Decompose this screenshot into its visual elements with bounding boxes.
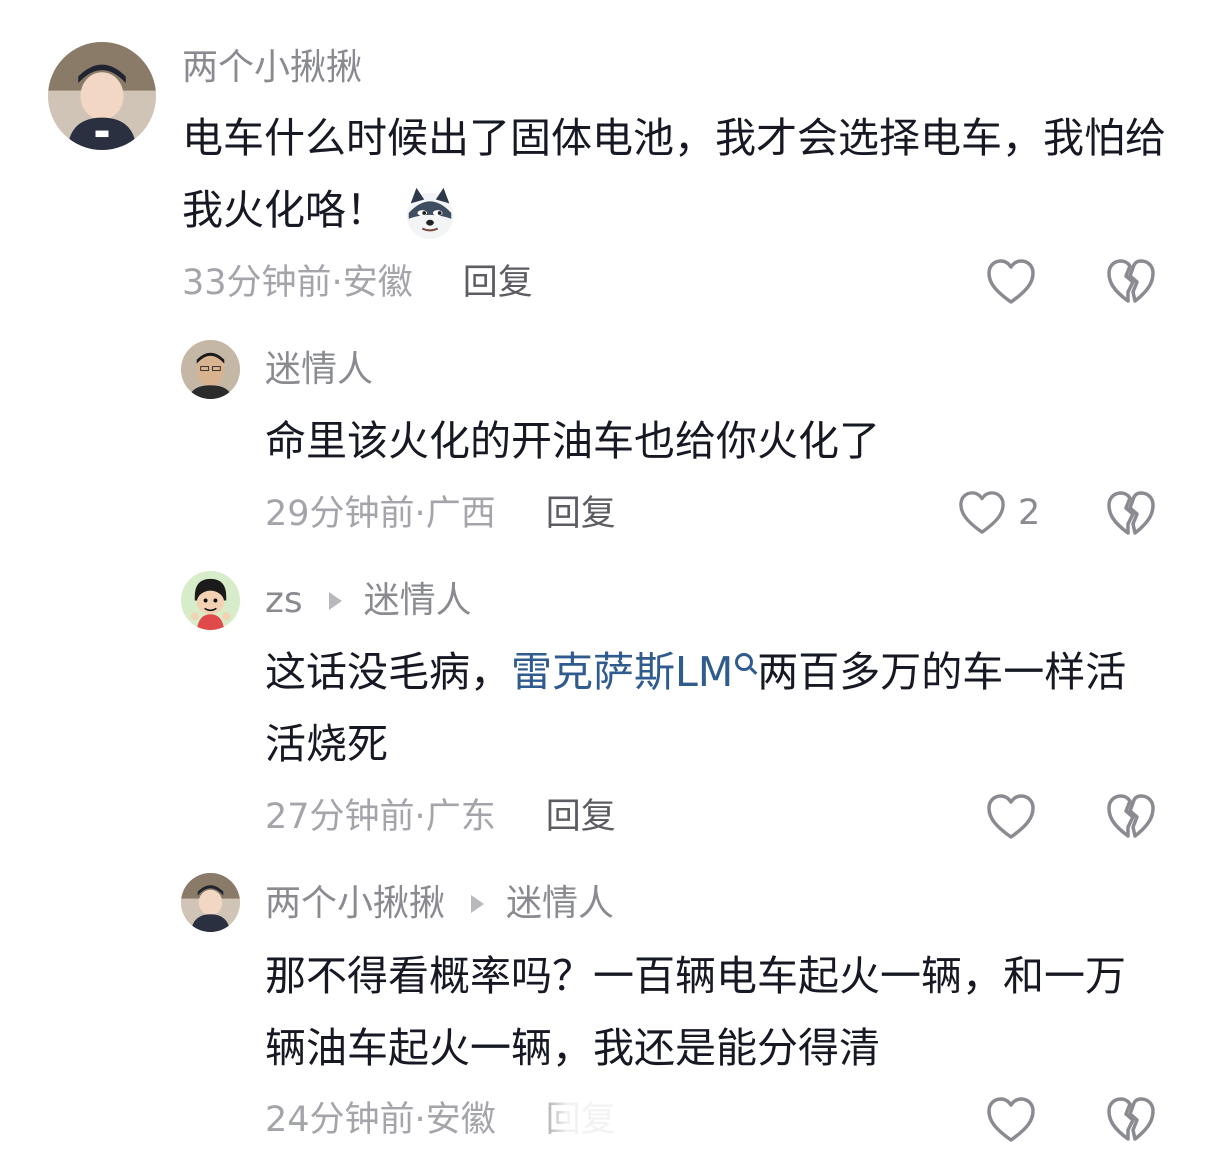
heart-outline-icon bbox=[987, 1097, 1035, 1142]
reply-button[interactable]: 回复 bbox=[546, 492, 616, 536]
watermark-overlay bbox=[520, 1096, 710, 1158]
like-button[interactable] bbox=[986, 258, 1036, 306]
reply-button[interactable]: 回复 bbox=[546, 795, 616, 839]
location: 广东 bbox=[425, 797, 496, 837]
comment-meta: 29分钟前 · 广西 回复 bbox=[265, 492, 616, 536]
username[interactable]: 迷情人 bbox=[265, 348, 373, 392]
comment-text: 这话没毛病，雷克萨斯LM 两百多万的车一样活活烧死 bbox=[265, 648, 1127, 768]
avatar[interactable] bbox=[181, 571, 240, 630]
username[interactable]: 两个小揪揪 迷情人 bbox=[265, 882, 614, 926]
heart-outline-icon bbox=[987, 794, 1035, 839]
like-button[interactable] bbox=[986, 1096, 1036, 1144]
like-button[interactable] bbox=[986, 793, 1036, 841]
reply-to-arrow-icon bbox=[471, 895, 485, 913]
avatar[interactable] bbox=[181, 873, 240, 932]
location: 安徽 bbox=[342, 263, 413, 303]
like-count: 2 bbox=[1018, 493, 1041, 533]
comment-meta: 27分钟前 · 广东 回复 bbox=[265, 795, 616, 839]
reply-to-username[interactable]: 迷情人 bbox=[364, 579, 472, 623]
timestamp: 27分钟前 bbox=[265, 797, 415, 837]
broken-heart-icon bbox=[1107, 794, 1155, 838]
broken-heart-icon bbox=[1107, 1097, 1155, 1141]
broken-heart-icon bbox=[1107, 491, 1155, 535]
comment-meta: 33分钟前 · 安徽 回复 bbox=[182, 261, 533, 305]
dislike-button[interactable] bbox=[1106, 1096, 1156, 1144]
heart-outline-icon bbox=[959, 491, 1005, 534]
timestamp: 33分钟前 bbox=[182, 263, 332, 303]
username[interactable]: zs 迷情人 bbox=[265, 579, 472, 623]
dislike-button[interactable] bbox=[1106, 793, 1156, 841]
username[interactable]: 两个小揪揪 bbox=[182, 46, 362, 90]
search-link[interactable]: 雷克萨斯LM bbox=[511, 648, 733, 696]
comment-text: 电车什么时候出了固体电池，我才会选择电车，我怕给我火化咯！ bbox=[182, 102, 1172, 246]
timestamp: 24分钟前 bbox=[265, 1100, 415, 1140]
comment-text: 那不得看概率吗？一百辆电车起火一辆，和一万辆油车起火一辆，我还是能分得清 bbox=[265, 952, 1126, 1072]
doge-emoji-icon bbox=[406, 187, 454, 240]
heart-outline-icon bbox=[987, 259, 1035, 304]
reply-to-arrow-icon bbox=[328, 592, 342, 610]
broken-heart-icon bbox=[1107, 259, 1155, 303]
location: 广西 bbox=[425, 494, 496, 534]
reply-button[interactable]: 回复 bbox=[463, 261, 533, 305]
dislike-button[interactable] bbox=[1106, 258, 1156, 306]
avatar[interactable] bbox=[181, 340, 240, 399]
comment-text: 命里该火化的开油车也给你火化了 bbox=[265, 417, 880, 465]
dislike-button[interactable] bbox=[1106, 490, 1156, 538]
location: 安徽 bbox=[425, 1100, 496, 1140]
timestamp: 29分钟前 bbox=[265, 494, 415, 534]
reply-to-username[interactable]: 迷情人 bbox=[506, 882, 614, 926]
like-button[interactable]: 2 bbox=[958, 490, 1040, 536]
search-icon[interactable] bbox=[735, 653, 754, 672]
avatar[interactable] bbox=[48, 42, 156, 150]
